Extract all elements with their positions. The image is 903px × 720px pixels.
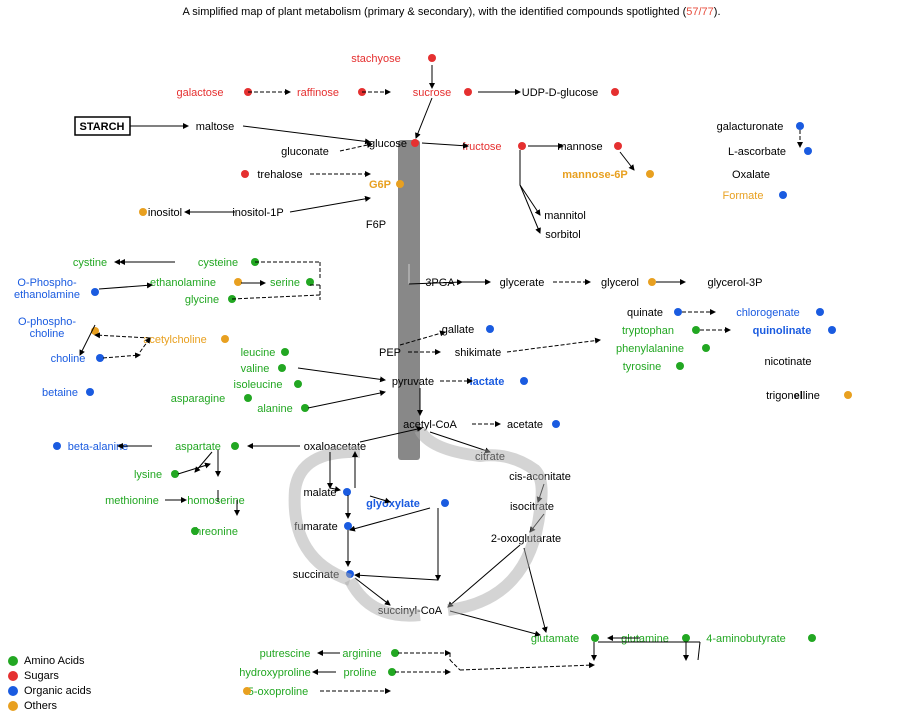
svg-text:chlorogenate: chlorogenate — [736, 307, 800, 319]
legend-sugars: Sugars — [8, 670, 91, 682]
svg-text:L-ascorbate: L-ascorbate — [728, 146, 786, 158]
svg-text:tyrosine: tyrosine — [623, 361, 662, 373]
svg-text:beta-alanine: beta-alanine — [68, 441, 129, 453]
svg-text:glycerol-3P: glycerol-3P — [707, 277, 762, 289]
svg-text:valine: valine — [241, 363, 270, 375]
svg-text:O-phospho-: O-phospho- — [18, 316, 76, 328]
svg-text:galactose: galactose — [176, 87, 223, 99]
svg-text:aspartate: aspartate — [175, 441, 221, 453]
svg-text:glycine: glycine — [185, 294, 219, 306]
svg-text:leucine: leucine — [241, 347, 276, 359]
svg-text:putrescine: putrescine — [260, 648, 311, 660]
svg-text:inositol: inositol — [148, 207, 182, 219]
svg-text:fructose: fructose — [462, 141, 501, 153]
svg-text:acetylcholine: acetylcholine — [143, 334, 207, 346]
others-dot — [8, 701, 18, 711]
organic-acids-dot — [8, 686, 18, 696]
svg-text:isoleucine: isoleucine — [234, 379, 283, 391]
svg-text:asparagine: asparagine — [171, 393, 225, 405]
svg-text:5-oxoproline: 5-oxoproline — [248, 686, 309, 698]
svg-text:sorbitol: sorbitol — [545, 229, 580, 241]
svg-text:glycerate: glycerate — [500, 277, 545, 289]
svg-text:galacturonate: galacturonate — [717, 121, 784, 133]
svg-text:lactate: lactate — [470, 376, 505, 388]
others-label: Others — [24, 700, 57, 712]
svg-text:STARCH: STARCH — [79, 121, 124, 133]
title-end: ). — [714, 6, 721, 18]
organic-acids-label: Organic acids — [24, 685, 91, 697]
svg-text:O-Phospho-: O-Phospho- — [17, 277, 77, 289]
legend: Amino Acids Sugars Organic acids Others — [8, 655, 91, 712]
svg-text:Oxalate: Oxalate — [732, 169, 770, 181]
svg-text:Formate: Formate — [723, 190, 764, 202]
page-title: A simplified map of plant metabolism (pr… — [0, 0, 903, 20]
legend-organic-acids: Organic acids — [8, 685, 91, 697]
svg-text:ethanolamine: ethanolamine — [150, 277, 216, 289]
amino-acids-label: Amino Acids — [24, 655, 85, 667]
svg-text:choline: choline — [30, 328, 65, 340]
svg-text:mannitol: mannitol — [544, 210, 586, 222]
svg-text:acetyl-CoA: acetyl-CoA — [403, 419, 457, 431]
svg-text:raffinose: raffinose — [297, 87, 339, 99]
svg-text:sucrose: sucrose — [413, 87, 452, 99]
svg-text:acetate: acetate — [507, 419, 543, 431]
svg-text:maltose: maltose — [196, 121, 235, 133]
svg-text:PEP: PEP — [379, 347, 401, 359]
svg-text:cysteine: cysteine — [198, 257, 238, 269]
metabolism-map: stachyose galactose raffinose sucrose UD… — [0, 20, 903, 705]
svg-text:hydroxyproline: hydroxyproline — [239, 667, 311, 679]
legend-others: Others — [8, 700, 91, 712]
svg-text:nicotinate: nicotinate — [764, 356, 811, 368]
svg-text:trigonelline: trigonelline — [766, 390, 820, 402]
svg-text:ethanolamine: ethanolamine — [14, 289, 80, 301]
svg-text:4-aminobutyrate: 4-aminobutyrate — [706, 633, 786, 645]
svg-text:UDP-D-glucose: UDP-D-glucose — [522, 87, 598, 99]
svg-text:homoserine: homoserine — [187, 495, 244, 507]
svg-text:mannose: mannose — [557, 141, 602, 153]
svg-text:methionine: methionine — [105, 495, 159, 507]
svg-text:glucose: glucose — [369, 138, 407, 150]
svg-text:F6P: F6P — [366, 219, 386, 231]
svg-text:glyoxylate: glyoxylate — [366, 498, 420, 510]
svg-text:lysine: lysine — [134, 469, 162, 481]
title-text: A simplified map of plant metabolism (pr… — [182, 6, 686, 18]
svg-text:threonine: threonine — [192, 526, 238, 538]
svg-text:2-oxoglutarate: 2-oxoglutarate — [491, 533, 561, 545]
legend-amino-acids: Amino Acids — [8, 655, 91, 667]
svg-text:betaine: betaine — [42, 387, 78, 399]
svg-text:arginine: arginine — [342, 648, 381, 660]
svg-text:glutamine: glutamine — [621, 633, 669, 645]
svg-text:quinolinate: quinolinate — [753, 325, 812, 337]
svg-text:proline: proline — [343, 667, 376, 679]
svg-text:gluconate: gluconate — [281, 146, 329, 158]
svg-text:inositol-1P: inositol-1P — [232, 207, 283, 219]
svg-text:isocitrate: isocitrate — [510, 501, 554, 513]
stachyose-label: stachyose — [351, 53, 401, 65]
svg-text:G6P: G6P — [369, 179, 391, 191]
sugars-dot — [8, 671, 18, 681]
svg-text:glycerol: glycerol — [601, 277, 639, 289]
sugars-label: Sugars — [24, 670, 59, 682]
svg-text:shikimate: shikimate — [455, 347, 501, 359]
svg-text:cystine: cystine — [73, 257, 107, 269]
svg-text:pyruvate: pyruvate — [392, 376, 434, 388]
svg-text:tryptophan: tryptophan — [622, 325, 674, 337]
svg-text:serine: serine — [270, 277, 300, 289]
amino-acids-dot — [8, 656, 18, 666]
svg-text:alanine: alanine — [257, 403, 292, 415]
svg-text:phenylalanine: phenylalanine — [616, 343, 684, 355]
highlight-count: 57/77 — [686, 6, 714, 18]
svg-text:gallate: gallate — [442, 324, 474, 336]
svg-text:mannose-6P: mannose-6P — [562, 169, 627, 181]
map-svg: stachyose galactose raffinose sucrose UD… — [0, 20, 903, 705]
svg-text:trehalose: trehalose — [257, 169, 302, 181]
svg-text:quinate: quinate — [627, 307, 663, 319]
